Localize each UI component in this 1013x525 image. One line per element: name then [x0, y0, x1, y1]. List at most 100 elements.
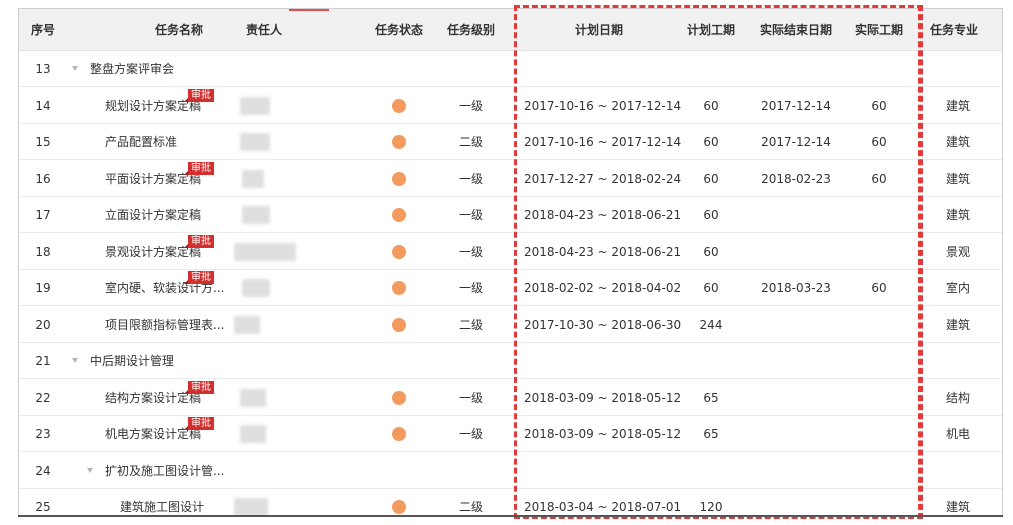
task-discipline: 机电 [946, 427, 971, 441]
task-name[interactable]: 景观设计方案定稿 [105, 234, 201, 270]
status-dot [392, 500, 406, 514]
task-name[interactable]: 产品配置标准 [105, 124, 177, 160]
row-index: 19 [35, 281, 51, 295]
table-row[interactable]: 25 建筑施工图设计 二级 2018-03-04 ~ 2018-07-01 120 建筑 [19, 489, 1002, 516]
group-row[interactable]: 21 中后期设计管理 [19, 343, 1002, 379]
actual-end-date: 2017-12-14 [761, 135, 831, 149]
owner-avatar [234, 315, 260, 334]
task-discipline: 建筑 [946, 317, 971, 332]
task-discipline: 室内 [946, 281, 971, 295]
task-discipline: 建筑 [946, 500, 971, 514]
header-status[interactable]: 任务状态 [364, 9, 434, 51]
status-dot [392, 171, 406, 186]
table-row[interactable]: 18 景观设计方案定稿 审批 一级 2018-04-23 ~ 2018-06-21 60 景… [19, 234, 1002, 270]
plan-date: 2017-10-30 ~ 2018-06-30 [524, 317, 682, 332]
table-row[interactable]: 14 规划设计方案定稿 审批 一级 2017-10-16 ~ 2017-12-14 60 2… [19, 88, 1002, 124]
row-index: 20 [35, 317, 51, 332]
header-plan-days[interactable]: 计划工期 [676, 9, 746, 51]
approval-badge[interactable]: 审批 [184, 271, 214, 284]
header-level[interactable]: 任务级别 [436, 9, 506, 51]
status-dot [392, 390, 406, 405]
row-index: 13 [35, 62, 51, 76]
row-index: 16 [35, 171, 51, 186]
header-owner[interactable]: 责任人 [224, 9, 304, 51]
plan-days: 60 [703, 98, 719, 113]
approval-badge[interactable]: 审批 [184, 380, 214, 394]
owner-avatar [240, 388, 266, 407]
task-discipline: 结构 [946, 390, 971, 405]
task-name[interactable]: 结构方案设计定稿 [105, 380, 201, 416]
owner-avatar [234, 242, 296, 261]
task-level: 二级 [458, 135, 483, 149]
approval-badge[interactable]: 审批 [184, 88, 214, 102]
status-dot [392, 208, 406, 222]
task-discipline: 建筑 [946, 208, 971, 222]
header-actual-days[interactable]: 实际工期 [844, 9, 914, 51]
group-name[interactable]: 中后期设计管理 [90, 343, 174, 379]
table-row[interactable]: 15 产品配置标准 二级 2017-10-16 ~ 2017-12-14 60 2017-… [19, 124, 1002, 160]
approval-badge[interactable]: 审批 [184, 161, 214, 175]
owner-avatar [242, 169, 264, 188]
plan-days: 60 [703, 281, 719, 295]
expand-caret-icon[interactable] [87, 467, 93, 473]
group-row[interactable]: 13 整盘方案评审会 [19, 51, 1002, 87]
table-header: 序号 任务名称 责任人 任务状态 任务级别 计划日期 计划工期 实际结束日期 实… [19, 9, 1002, 51]
actual-end-date [746, 307, 846, 343]
row-index: 21 [35, 354, 51, 368]
approval-badge[interactable]: 审批 [184, 234, 214, 248]
group-name[interactable]: 扩初及施工图设计管... [105, 453, 224, 489]
row-index: 22 [35, 390, 51, 405]
expand-caret-icon[interactable] [72, 358, 78, 363]
row-index: 18 [35, 244, 51, 259]
actual-end-date [746, 380, 846, 416]
actual-days: 60 [871, 281, 887, 295]
row-index: 25 [35, 500, 51, 514]
plan-days: 65 [703, 427, 719, 441]
plan-days: 244 [699, 317, 723, 332]
table-row[interactable]: 23 机电方案设计定稿 审批 一级 2018-03-09 ~ 2018-05-12 65 机… [19, 416, 1002, 452]
table-row[interactable]: 20 项目限额指标管理表... 二级 2017-10-30 ~ 2018-06-30 2… [19, 307, 1002, 343]
plan-days: 65 [703, 390, 719, 405]
actual-days: 60 [871, 98, 887, 113]
task-name[interactable]: 项目限额指标管理表... [105, 307, 224, 343]
task-level: 一级 [458, 390, 483, 405]
group-name[interactable]: 整盘方案评审会 [90, 51, 174, 87]
header-index[interactable]: 序号 [23, 9, 63, 51]
plan-date: 2018-04-23 ~ 2018-06-21 [524, 208, 682, 222]
plan-days: 60 [703, 135, 719, 149]
status-dot [392, 281, 406, 295]
plan-days: 60 [703, 171, 719, 186]
actual-days: 60 [871, 171, 887, 186]
header-plan-date[interactable]: 计划日期 [529, 9, 669, 51]
task-discipline: 建筑 [946, 98, 971, 113]
status-dot [392, 317, 406, 332]
header-discipline[interactable]: 任务专业 [919, 9, 989, 51]
task-name[interactable]: 立面设计方案定稿 [105, 197, 201, 233]
owner-avatar [240, 96, 270, 115]
task-name[interactable]: 机电方案设计定稿 [105, 416, 201, 452]
row-index: 14 [35, 98, 51, 113]
actual-days [844, 307, 914, 343]
table-row[interactable]: 19 室内硬、软装设计方... 审批 一级 2018-02-02 ~ 2018-04-0… [19, 270, 1002, 306]
task-name[interactable]: 建筑施工图设计 [120, 489, 204, 516]
actual-days [844, 234, 914, 270]
plan-date: 2017-12-27 ~ 2018-02-24 [524, 171, 682, 186]
actual-end-date [746, 489, 846, 516]
approval-badge[interactable]: 审批 [184, 417, 214, 430]
header-actual-end[interactable]: 实际结束日期 [746, 9, 846, 51]
task-discipline: 景观 [946, 244, 971, 259]
plan-date: 2018-03-04 ~ 2018-07-01 [524, 500, 682, 514]
group-row[interactable]: 24 扩初及施工图设计管... [19, 453, 1002, 489]
table-row[interactable]: 16 平面设计方案定稿 审批 一级 2017-12-27 ~ 2018-02-24 60 2… [19, 161, 1002, 197]
task-discipline: 建筑 [946, 171, 971, 186]
task-level: 一级 [458, 171, 483, 186]
expand-caret-icon[interactable] [72, 66, 78, 71]
actual-end-date [746, 197, 846, 233]
task-name[interactable]: 规划设计方案定稿 [105, 88, 201, 124]
owner-avatar [242, 279, 270, 297]
table-row[interactable]: 22 结构方案设计定稿 审批 一级 2018-03-09 ~ 2018-05-12 65 结… [19, 380, 1002, 416]
task-name[interactable]: 平面设计方案定稿 [105, 161, 201, 197]
table-row[interactable]: 17 立面设计方案定稿 一级 2018-04-23 ~ 2018-06-21 60 建筑 [19, 197, 1002, 233]
status-dot [392, 427, 406, 441]
row-index: 23 [35, 427, 51, 441]
